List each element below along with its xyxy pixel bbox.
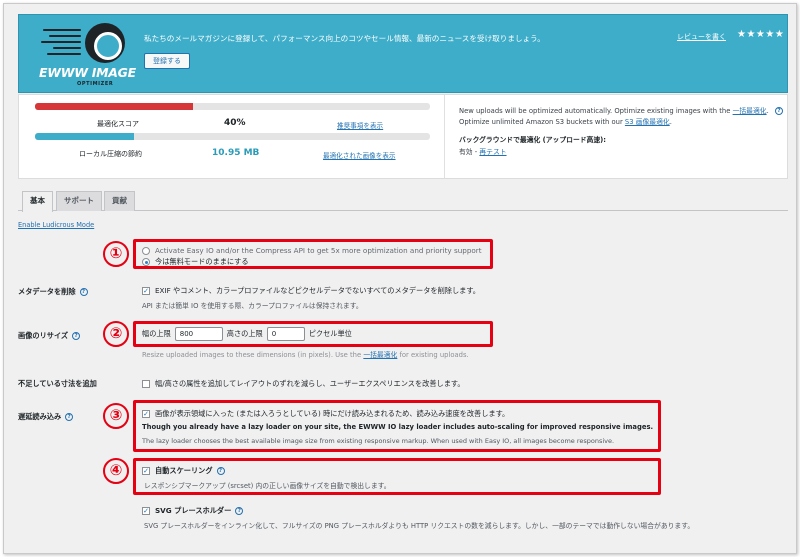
annotation-number-3: ③	[103, 403, 129, 429]
score-progress-bar	[35, 103, 430, 110]
resize-label: 画像のリサイズ?	[18, 331, 81, 341]
help-icon[interactable]: ?	[65, 413, 74, 421]
resize-bulk-link[interactable]: 一括最適化	[363, 351, 397, 359]
metadata-description: API または簡単 IO を使用する際、カラープロファイルは保持されます。	[142, 302, 363, 310]
view-optimized-images-link[interactable]: 最適化された画像を表示	[323, 150, 396, 160]
tab-support[interactable]: サポート	[56, 191, 102, 211]
tab-basic[interactable]: 基本	[22, 191, 53, 212]
bulk-optimize-link[interactable]: 一括最適化	[733, 107, 767, 115]
background-mode-status: 有効 - 再テスト	[459, 148, 507, 156]
resize-description: Resize uploaded images to these dimensio…	[142, 351, 469, 359]
annotation-box-2	[133, 321, 493, 347]
score-value: 40%	[224, 118, 246, 128]
logo-name: EWWW IMAGE	[39, 65, 136, 80]
help-icon[interactable]: ?	[79, 288, 88, 296]
annotation-box-4	[133, 458, 661, 495]
annotation-number-2: ②	[103, 321, 129, 347]
logo-subtitle: OPTIMIZER	[77, 81, 114, 87]
savings-progress-fill	[35, 133, 134, 140]
stats-divider	[444, 95, 445, 178]
score-label: 最適化スコア	[97, 120, 139, 128]
help-icon[interactable]: ?	[774, 107, 783, 115]
settings-page: EWWW IMAGE OPTIMIZER 私たちのメールマガジンに登録して、パフ…	[3, 3, 797, 554]
score-progress-fill	[35, 103, 193, 110]
annotation-box-1	[133, 239, 493, 269]
lazy-load-label: 遅延読み込み?	[18, 412, 74, 422]
svg-placeholder-description: SVG プレースホルダーをインライン化して、フルサイズの PNG プレースホルダ…	[144, 522, 695, 530]
help-icon[interactable]: ?	[72, 332, 81, 340]
savings-label: ローカル圧縮の節約	[79, 150, 142, 158]
enable-ludicrous-mode-link[interactable]: Enable Ludicrous Mode	[18, 221, 94, 229]
svg-placeholder-option[interactable]: ✓ SVG プレースホルダー?	[142, 506, 244, 516]
add-dimensions-checkbox[interactable]	[142, 380, 150, 388]
dimensions-label: 不足している寸法を追加	[18, 379, 97, 388]
s3-optimize-link[interactable]: S3 画像最適化	[625, 118, 670, 126]
newsletter-banner: EWWW IMAGE OPTIMIZER 私たちのメールマガジンに登録して、パフ…	[18, 14, 788, 93]
settings-tabs: 基本 サポート 貢献	[18, 189, 788, 212]
add-dimensions-option[interactable]: 幅/高さの属性を追加してレイアウトのずれを減らし、ユーザーエクスペリエンスを改善…	[142, 379, 465, 389]
camera-aperture-icon	[85, 23, 125, 63]
savings-progress-bar	[35, 133, 430, 140]
view-recommendations-link[interactable]: 推奨事項を表示	[337, 120, 383, 130]
annotation-box-3	[133, 400, 661, 452]
retest-link[interactable]: 再テスト	[479, 148, 506, 156]
register-button[interactable]: 登録する	[144, 53, 190, 69]
svg-placeholder-checkbox[interactable]: ✓	[142, 507, 150, 515]
s3-info: Optimize unlimited Amazon S3 buckets wit…	[459, 118, 672, 126]
banner-text: 私たちのメールマガジンに登録して、パフォーマンス向上のコツやセール情報、最新のニ…	[144, 34, 545, 43]
auto-optimize-info: New uploads will be optimized automatica…	[459, 105, 783, 115]
background-mode-title: バックグラウンドで最適化 (アップロード高速):	[459, 136, 606, 144]
rating-stars: ★★★★★	[737, 29, 785, 40]
metadata-label: メタデータを削除?	[18, 287, 88, 297]
tab-contribute[interactable]: 貢献	[104, 191, 135, 211]
strip-metadata-checkbox[interactable]: ✓	[142, 287, 150, 295]
annotation-number-4: ④	[103, 458, 129, 484]
strip-metadata-option[interactable]: ✓ EXIF やコメント、カラープロファイルなどピクセルデータでないすべてのメタ…	[142, 286, 480, 296]
ewww-logo: EWWW IMAGE OPTIMIZER	[39, 21, 136, 89]
stats-panel: 最適化スコア 40% 推奨事項を表示 ローカル圧縮の節約 10.95 MB 最適…	[18, 94, 788, 179]
write-review-link[interactable]: レビューを書く	[677, 32, 726, 42]
savings-value: 10.95 MB	[212, 148, 260, 158]
help-icon[interactable]: ?	[235, 507, 244, 515]
annotation-number-1: ①	[103, 241, 129, 267]
